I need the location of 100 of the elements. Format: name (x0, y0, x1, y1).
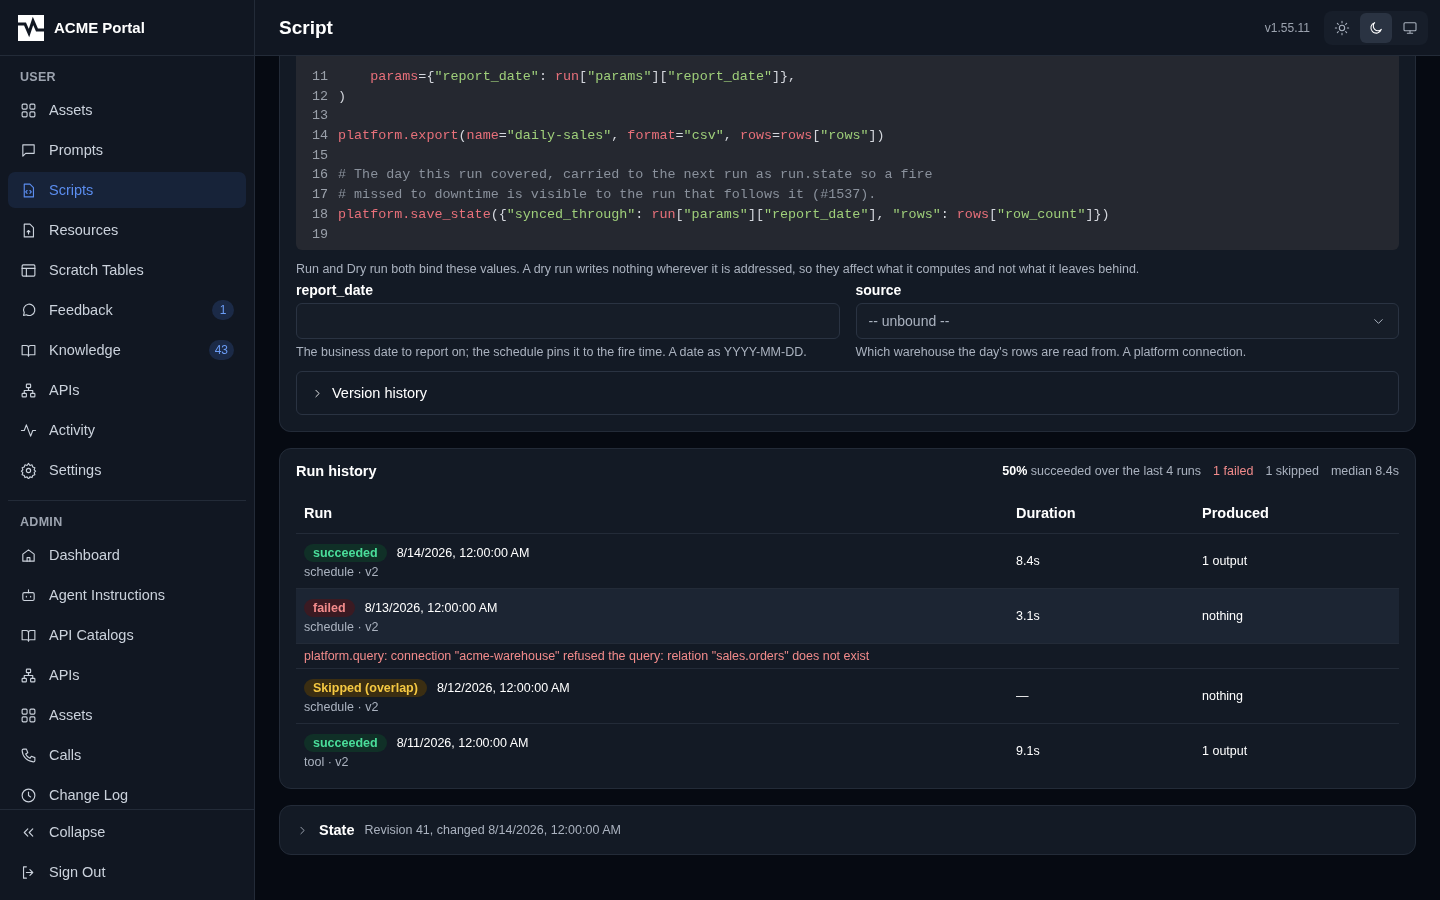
duration-cell-text: 9.1s (1016, 744, 1041, 759)
line-number: 17 (310, 186, 329, 205)
summary-stat: 1 failed (1213, 464, 1254, 479)
theme-button[interactable] (1360, 12, 1392, 43)
nav-item[interactable]: Knowledge 43 (8, 332, 246, 368)
code-line: platform.save_state({"synced_through": run["params"]["report_date"], "rows": rows["row_count"]}) (338, 205, 1110, 224)
field-label: source (855, 282, 903, 299)
code-line: platform.export(name="daily-sales", format="csv", rows=rows["rows"]) (338, 127, 885, 146)
nav-item[interactable]: Assets (8, 92, 246, 128)
run-row[interactable]: succeeded 8/11/2026, 12:00:00 AM tool · v2 9.1s 1 output (296, 724, 1399, 779)
brand-name: ACME Portal (54, 19, 145, 36)
nav-item[interactable]: Agent Instructions (8, 577, 246, 613)
run-source: tool · v2 (304, 754, 350, 769)
nav-item[interactable]: Assets (8, 697, 246, 733)
parameters-note: Run and Dry run both bind these values. A dry run writes nothing wherever it is addressed, so they affect what it computes and not what it leaves behind. (296, 262, 1141, 277)
column-header: Produced (1202, 505, 1270, 522)
message-icon (20, 141, 37, 159)
date-input[interactable] (296, 303, 840, 340)
nav-item[interactable]: Resources (8, 212, 246, 248)
nav-item[interactable]: Settings (8, 452, 246, 488)
line-number: 14 (310, 127, 329, 146)
line-number: 15 (310, 146, 329, 165)
run-time: 8/13/2026, 12:00:00 AM (364, 600, 498, 615)
count-badge: 1 (212, 300, 234, 320)
code-line: # The day this run covered, carried to the next run as run.state so a fire (338, 166, 933, 185)
page-title: Script (279, 16, 334, 39)
status-badge: succeeded (304, 543, 387, 562)
nav-item[interactable]: Activity (8, 412, 246, 448)
run-time: 8/11/2026, 12:00:00 AM (396, 735, 529, 750)
column-header: Run (303, 505, 334, 522)
status-badge: Skipped (overlap) (304, 678, 427, 697)
summary-stat: 50% succeeded over the last 4 runs (1002, 464, 1202, 479)
column-header: Duration (1016, 505, 1077, 522)
run-source: schedule · v2 (304, 699, 380, 714)
field-help: Which warehouse the day's rows are read from. A platform connection. (855, 345, 1248, 360)
nav-item[interactable]: API Catalogs (8, 617, 246, 653)
line-number: 12 (310, 87, 329, 106)
line-number: 11 (310, 68, 329, 86)
run-row[interactable]: failed 8/13/2026, 12:00:00 AM schedule · v2 3.1s nothing (296, 589, 1399, 645)
run-source: schedule · v2 (304, 564, 380, 579)
duration-cell-text: 3.1s (1016, 609, 1041, 624)
monitor-icon (1402, 19, 1418, 36)
state-detail: Revision 41, changed 8/14/2026, 12:00:00 AM (364, 823, 621, 838)
produced-cell-text: nothing (1202, 689, 1244, 704)
line-number: 16 (310, 166, 329, 185)
line-number: 18 (310, 205, 329, 224)
run-source: schedule · v2 (304, 619, 380, 634)
nav-item[interactable]: Feedback 1 (8, 292, 246, 328)
sun-icon (1334, 19, 1350, 36)
nav-item[interactable]: APIs (8, 657, 246, 693)
section-heading: USER (19, 69, 57, 86)
field-help: The business date to report on; the schedule pins it to the fire time. A date as YYYY-MM-DD. (296, 345, 808, 360)
code-line: params={"report_date": run["params"]["report_date"]}, (369, 68, 797, 86)
duration-cell-text: 8.4s (1016, 554, 1041, 569)
code-line: # missed to downtime is visible to the run that follows it (#1537). (338, 186, 877, 205)
produced-cell-text: 1 output (1202, 554, 1249, 569)
hierarchy-icon (20, 666, 37, 684)
home-icon (20, 546, 37, 564)
field-label: report_date (296, 282, 375, 299)
line-number: 19 (310, 225, 329, 244)
nav-item[interactable]: Change Log (8, 777, 246, 809)
section-heading: ADMIN (19, 514, 64, 531)
version-label: v1.55.11 (1264, 20, 1310, 35)
nav-item[interactable]: Prompts (8, 132, 246, 168)
nav-item[interactable]: Scratch Tables (8, 252, 246, 288)
summary-stat: median 8.4s (1330, 464, 1399, 479)
nav-item[interactable]: Scripts (8, 172, 246, 208)
moon-icon (1368, 19, 1384, 36)
status-badge: succeeded (304, 733, 387, 752)
section-title: State (319, 822, 355, 839)
collapse-button[interactable]: Collapse (8, 814, 246, 850)
count-badge: 43 (208, 340, 234, 360)
grid-icon (20, 101, 37, 119)
settings-icon (20, 461, 37, 479)
hierarchy-icon (20, 381, 37, 399)
source-select[interactable]: -- unbound -- (855, 303, 1399, 340)
clock-icon (20, 786, 37, 804)
chat-bubble-icon (20, 301, 37, 319)
summary-stat: 1 skipped (1265, 464, 1319, 479)
nav-item[interactable]: Dashboard (8, 537, 246, 573)
robot-icon (20, 586, 37, 604)
sign-out-button[interactable]: Sign Out (8, 854, 246, 890)
nav-item[interactable]: APIs (8, 372, 246, 408)
run-row[interactable]: Skipped (overlap) 8/12/2026, 12:00:00 AM schedule · v2 — nothing (296, 669, 1399, 725)
produced-cell-text: nothing (1202, 609, 1244, 624)
status-badge: failed (304, 598, 355, 617)
duration-cell-text: — (1016, 689, 1030, 704)
phone-icon (20, 746, 37, 764)
version-history-toggle[interactable]: Version history (296, 371, 1399, 416)
run-time: 8/12/2026, 12:00:00 AM (436, 680, 570, 695)
grid-icon (20, 706, 37, 724)
run-time: 8/14/2026, 12:00:00 AM (396, 545, 530, 560)
code-line: ) (338, 87, 347, 106)
section-title: Run history (296, 463, 377, 480)
line-number: 13 (310, 107, 329, 126)
activity-icon (20, 421, 37, 439)
logo-icon (18, 14, 44, 41)
error-message: platform.query: connection "acme-warehouse" refused the query: relation "sales.orders" does not exist (304, 649, 870, 664)
table-icon (20, 261, 37, 279)
nav-item[interactable]: Calls (8, 737, 246, 773)
